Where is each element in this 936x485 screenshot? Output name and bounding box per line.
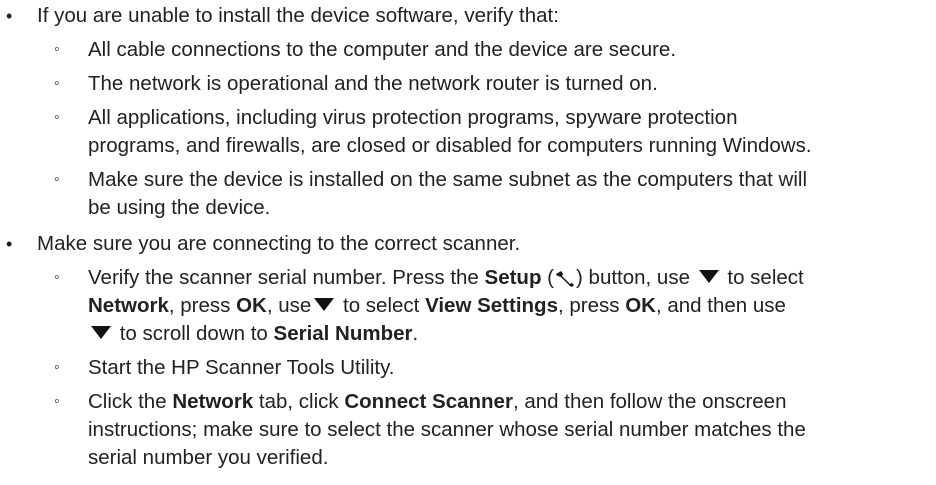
bullet: • bbox=[6, 234, 13, 254]
bullet: • bbox=[6, 6, 13, 26]
text-run: , use bbox=[266, 294, 312, 317]
text-line: programs, and firewalls, are closed or d… bbox=[88, 134, 812, 157]
down-arrow-icon bbox=[698, 270, 719, 284]
down-arrow-icon bbox=[91, 326, 111, 340]
list-item-text: Make sure you are connecting to the corr… bbox=[37, 232, 521, 255]
serial-number-label: Serial Number bbox=[273, 322, 413, 345]
text-run: , press bbox=[168, 294, 237, 317]
text-run: , and then follow the onscreen bbox=[512, 390, 787, 413]
sub-bullet: ◦ bbox=[54, 269, 60, 286]
text-run: to scroll down to bbox=[114, 322, 274, 345]
ok-label: OK bbox=[625, 294, 656, 317]
text-run: Click the bbox=[88, 390, 173, 413]
sub-bullet: ◦ bbox=[54, 359, 60, 376]
sub-bullet: ◦ bbox=[54, 41, 60, 58]
network-label: Network bbox=[88, 294, 169, 317]
list-item-text: Click the Network tab, click Connect Sca… bbox=[88, 388, 926, 472]
down-arrow-icon bbox=[314, 298, 335, 312]
text-run: . bbox=[412, 322, 419, 345]
sub-bullet: ◦ bbox=[54, 171, 60, 188]
ok-label: OK bbox=[236, 294, 267, 317]
setup-label: Setup bbox=[484, 266, 542, 289]
view-settings-label: View Settings bbox=[425, 294, 558, 317]
list-item-text: The network is operational and the netwo… bbox=[88, 72, 658, 95]
wrench-icon bbox=[554, 268, 576, 287]
text-run: tab, click bbox=[253, 390, 345, 413]
network-tab-label: Network bbox=[172, 390, 254, 413]
text-run: , press bbox=[557, 294, 626, 317]
text-run: Verify the scanner serial number. Press … bbox=[88, 266, 485, 289]
text-run: , and then use bbox=[655, 294, 786, 317]
text-line: instructions; make sure to select the sc… bbox=[88, 418, 806, 441]
text-line: serial number you verified. bbox=[88, 446, 329, 469]
list-item-text: Start the HP Scanner Tools Utility. bbox=[88, 356, 395, 379]
text-run: ( bbox=[541, 266, 555, 289]
text-line: be using the device. bbox=[88, 196, 271, 219]
list-item-text: If you are unable to install the device … bbox=[37, 4, 559, 27]
text-run: to select bbox=[337, 294, 426, 317]
list-item-text: Verify the scanner serial number. Press … bbox=[88, 264, 926, 348]
text-line: Make sure the device is installed on the… bbox=[88, 168, 808, 191]
text-run: ) button, use bbox=[576, 266, 696, 289]
sub-bullet: ◦ bbox=[54, 393, 60, 410]
sub-bullet: ◦ bbox=[54, 75, 60, 92]
list-item-text: All cable connections to the computer an… bbox=[88, 38, 677, 61]
list-item-text: All applications, including virus protec… bbox=[88, 104, 926, 160]
connect-scanner-label: Connect Scanner bbox=[344, 390, 513, 413]
sub-bullet: ◦ bbox=[54, 109, 60, 126]
text-line: All applications, including virus protec… bbox=[88, 106, 738, 129]
document-page: • If you are unable to install the devic… bbox=[0, 0, 936, 485]
list-item-text: Make sure the device is installed on the… bbox=[88, 166, 926, 222]
text-run: to select bbox=[721, 266, 804, 289]
